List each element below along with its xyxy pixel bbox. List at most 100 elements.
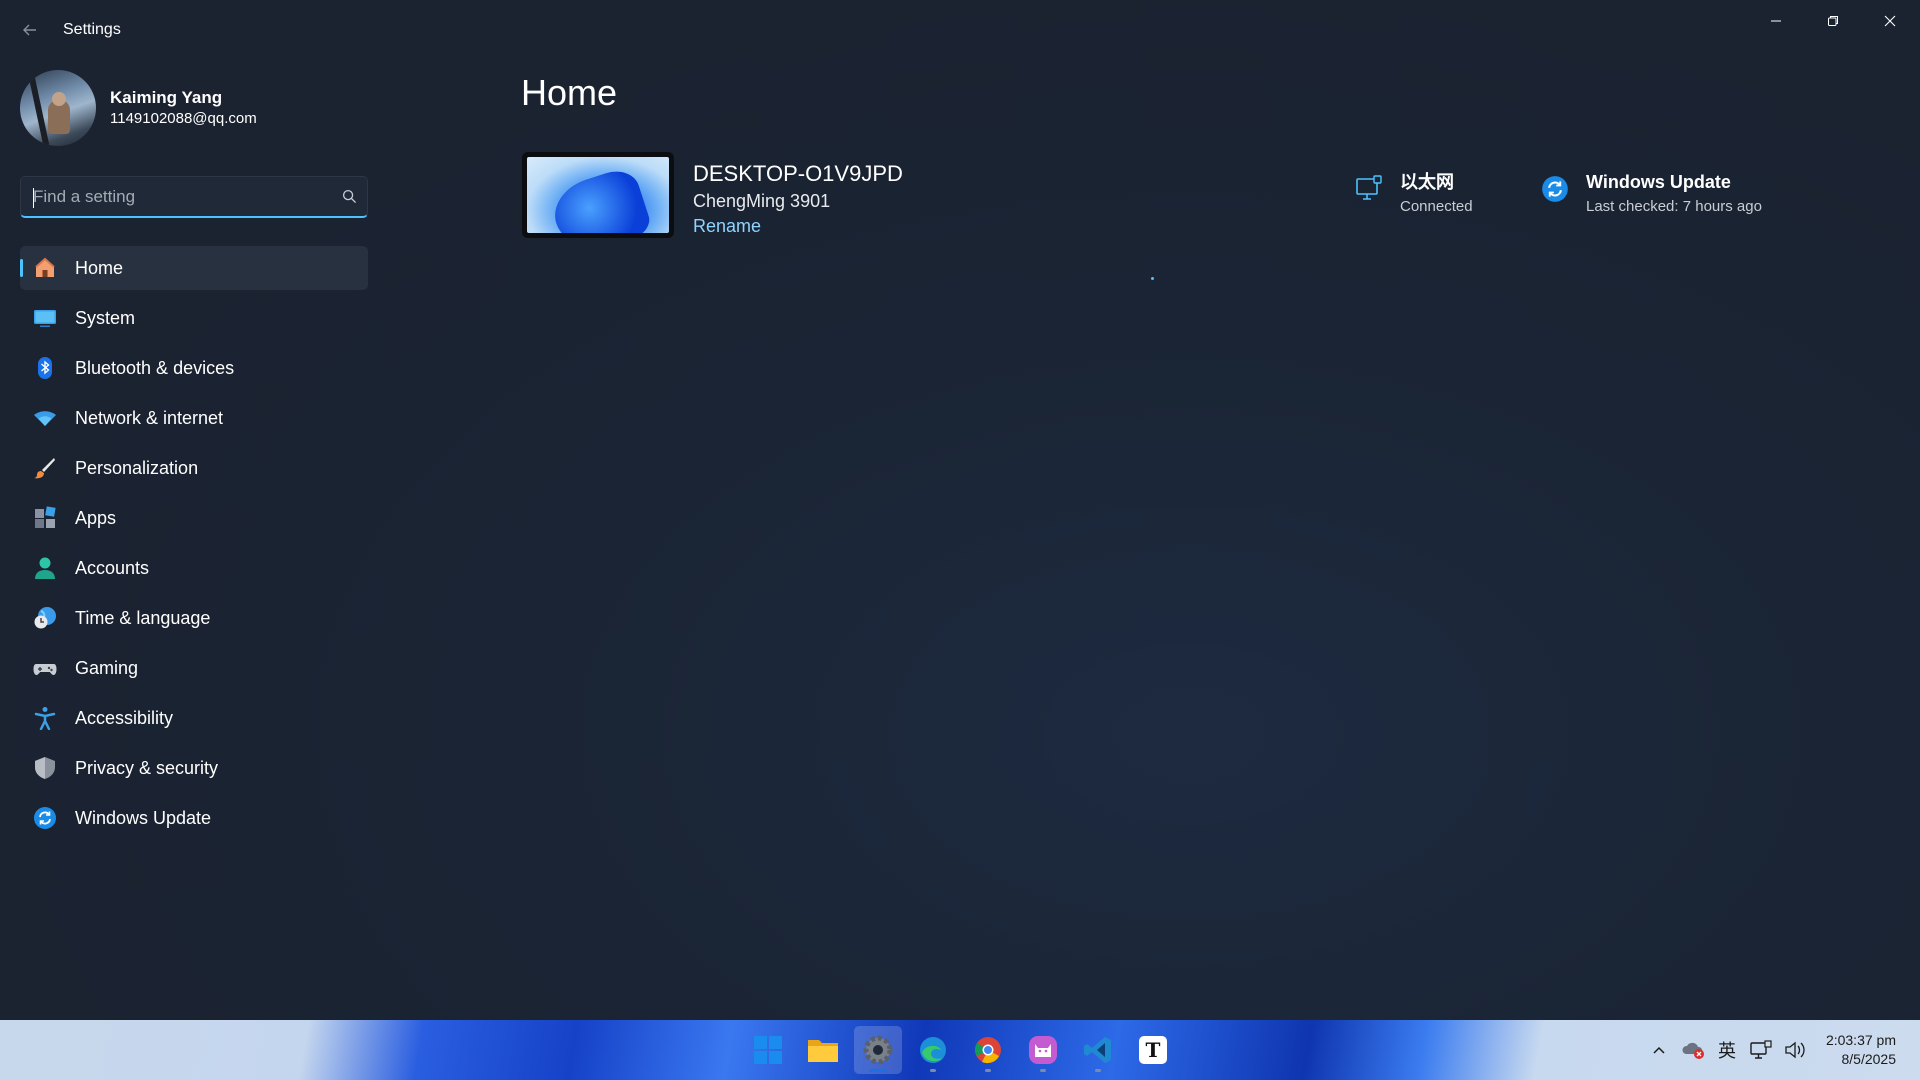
device-model: ChengMing 3901 [693,191,831,211]
sidebar-nav: Home System Bluetooth & devices Network … [20,246,368,846]
close-button[interactable] [1862,4,1918,38]
app-title: Settings [63,21,121,38]
settings-icon [863,1035,893,1065]
shield-icon [32,755,58,781]
back-button[interactable] [16,16,44,44]
update-title: Windows Update [1586,172,1731,192]
device-name: DESKTOP-O1V9JPD [693,161,903,186]
settings-app-button[interactable] [854,1026,902,1074]
ethernet-monitor-icon [1750,1040,1772,1059]
sidebar-item-label: Home [75,257,124,278]
wifi-icon [32,405,58,431]
gamepad-icon [32,655,58,681]
chevron-up-icon [1653,1046,1665,1054]
sidebar-item-privacy-security[interactable]: Privacy & security [20,746,368,790]
show-hidden-icons-button[interactable] [1646,1030,1672,1070]
sidebar-item-accounts[interactable]: Accounts [20,546,368,590]
loading-indicator [1151,277,1154,280]
search-input[interactable] [21,177,331,216]
apps-icon [32,505,58,531]
typora-letter: T [1145,1038,1161,1062]
sidebar-item-gaming[interactable]: Gaming [20,646,368,690]
system-tray: 英 2:03:37 pm 8/5/2025 [1642,1020,1920,1080]
close-icon [1884,15,1896,27]
cat-app-icon [1029,1036,1057,1064]
page-title: Home [521,72,618,113]
selection-indicator [20,259,23,277]
network-status-tile[interactable]: 以太网 Connected [1354,170,1473,218]
sidebar-item-label: Windows Update [75,807,212,828]
device-wallpaper-thumbnail [522,152,674,238]
sidebar-item-home[interactable]: Home [20,246,368,290]
taskbar: T 英 2:03:37 pm 8/5/2025 [0,1020,1920,1080]
user-profile[interactable]: Kaiming Yang 1149102088@qq.com [20,70,257,146]
network-name: 以太网 [1400,172,1454,192]
ime-indicator[interactable]: 英 [1714,1030,1740,1070]
start-button[interactable] [744,1026,792,1074]
sidebar-item-label: Time & language [75,607,211,628]
clock-time: 2:03:37 pm [1825,1032,1896,1048]
file-explorer-icon [808,1040,838,1062]
edge-icon [920,1037,946,1063]
sidebar-item-personalization[interactable]: Personalization [20,446,368,490]
system-icon [32,305,58,331]
chrome-button[interactable] [964,1026,1012,1074]
sidebar-item-label: System [75,307,136,328]
time-language-icon [32,605,58,631]
clock-date: 8/5/2025 [1841,1051,1897,1067]
sidebar-item-label: Privacy & security [75,757,219,778]
sidebar-item-label: Bluetooth & devices [75,357,235,378]
ethernet-monitor-icon [1354,174,1384,204]
back-arrow-icon [23,24,36,36]
title-bar: Settings [0,0,1920,60]
windows-update-icon [32,805,58,831]
search-icon[interactable] [331,189,367,204]
onedrive-error-button[interactable] [1680,1030,1706,1070]
sidebar-item-bluetooth[interactable]: Bluetooth & devices [20,346,368,390]
volume-icon [1785,1041,1805,1059]
network-status: Connected [1400,198,1473,215]
rename-link[interactable]: Rename [693,216,761,237]
cat-app-button[interactable] [1019,1026,1067,1074]
vscode-icon [1084,1037,1111,1063]
accounts-icon [32,555,58,581]
user-email: 1149102088@qq.com [110,110,257,127]
clock[interactable]: 2:03:37 pm 8/5/2025 [1826,1031,1896,1069]
network-tray-button[interactable] [1748,1030,1774,1070]
accessibility-icon [32,705,58,731]
home-icon [32,255,58,281]
sidebar-item-label: Personalization [75,457,199,478]
sidebar-item-label: Accessibility [75,707,174,728]
sidebar-item-time-language[interactable]: Time & language [20,596,368,640]
start-icon [754,1036,782,1064]
sidebar-item-system[interactable]: System [20,296,368,340]
file-explorer-button[interactable] [799,1026,847,1074]
typora-button[interactable]: T [1129,1026,1177,1074]
edge-button[interactable] [909,1026,957,1074]
sidebar-item-accessibility[interactable]: Accessibility [20,696,368,740]
onedrive-error-icon [1682,1042,1704,1059]
windows-update-tile[interactable]: Windows Update Last checked: 7 hours ago [1540,170,1762,218]
sidebar-item-label: Apps [75,507,117,528]
chrome-icon [974,1037,1001,1064]
user-name: Kaiming Yang [110,88,223,107]
settings-window: Settings Kaiming Yang 1149102088@qq.com [0,0,1920,1020]
sidebar-item-windows-update[interactable]: Windows Update [20,796,368,840]
sidebar-item-label: Gaming [75,657,139,678]
vscode-button[interactable] [1074,1026,1122,1074]
avatar [20,70,96,146]
sidebar-item-label: Accounts [75,557,150,578]
minimize-icon [1771,20,1781,22]
sidebar-item-apps[interactable]: Apps [20,496,368,540]
restore-button[interactable] [1805,4,1861,38]
brush-icon [32,455,58,481]
windows-update-icon [1540,174,1570,204]
bluetooth-icon [32,355,58,381]
sidebar-item-network[interactable]: Network & internet [20,396,368,440]
taskbar-apps: T [744,1020,1177,1080]
search-box[interactable] [20,176,368,218]
sidebar-item-label: Network & internet [75,407,224,428]
minimize-button[interactable] [1748,4,1804,38]
text-cursor [33,188,34,208]
volume-button[interactable] [1782,1030,1808,1070]
